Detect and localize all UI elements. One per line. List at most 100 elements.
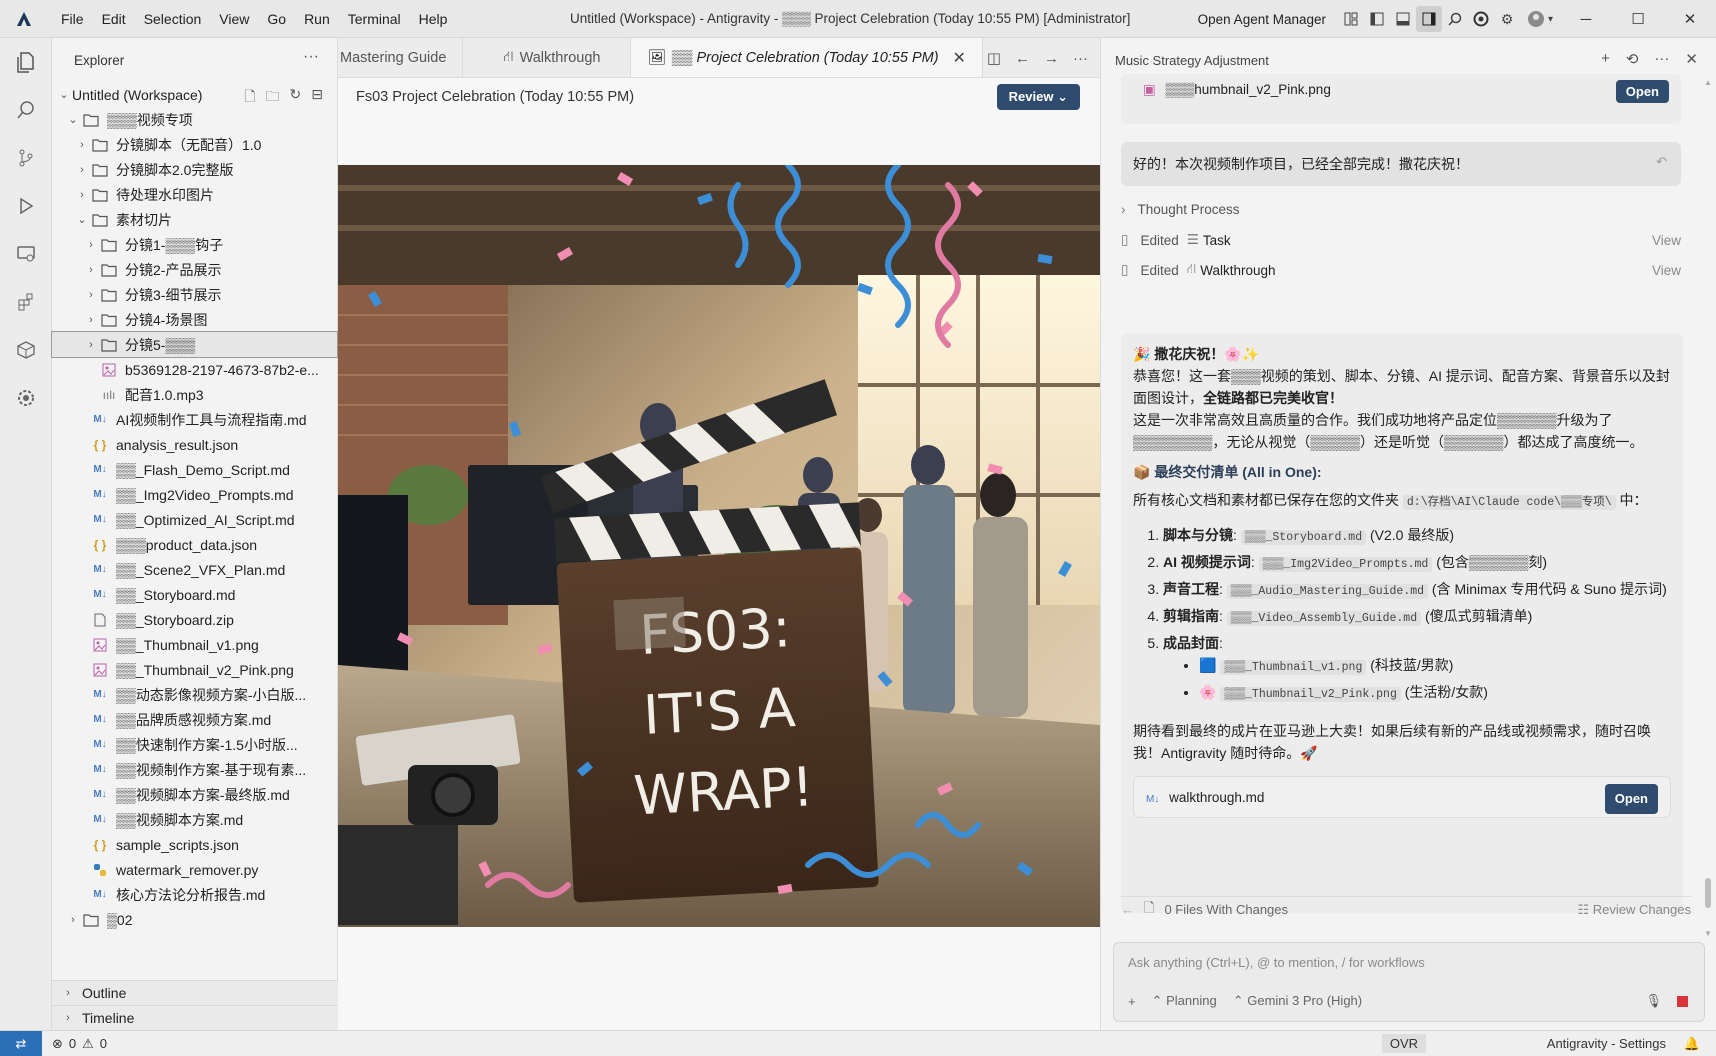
folder-item[interactable]: › 分镜脚本2.0完整版 [52,157,337,182]
run-debug-icon[interactable] [0,182,52,230]
tab-project-celebration[interactable]: 🖼 ▒▒ Project Celebration (Today 10:55 PM… [631,38,983,77]
workspace-root[interactable]: ⌄ Untitled (Workspace) 🗋 🗀 ↻ ⊟ [52,82,337,107]
folder-item[interactable]: ⌄ 素材切片 [52,207,337,232]
file-item[interactable]: M↓ ▒▒视频制作方案-基于现有素... [52,757,337,782]
agent-gear-icon[interactable] [0,374,52,422]
file-item[interactable]: { } ▒▒▒product_data.json [52,532,337,557]
file-item[interactable]: M↓ 核心方法论分析报告.md [52,882,337,907]
tab-mastering-guide[interactable]: Mastering Guide [338,38,464,77]
chat-scrollbar[interactable]: ▲ ▼ [1704,78,1712,938]
bell-icon[interactable]: 🔔 [1684,1036,1700,1052]
remote-explorer-icon[interactable] [0,230,52,278]
file-item[interactable]: M↓ ▒▒_Flash_Demo_Script.md [52,457,337,482]
search-icon[interactable] [1442,6,1468,32]
file-item[interactable]: ▒▒_Thumbnail_v1.png [52,632,337,657]
minimize-button[interactable]: ─ [1560,0,1612,38]
folder-item[interactable]: › 分镜2-产品展示 [52,257,337,282]
account-avatar-icon[interactable]: ▾ [1520,6,1560,32]
tab-walkthrough[interactable]: ⛙ Walkthrough [463,38,632,77]
folder-item[interactable]: › 待处理水印图片 [52,182,337,207]
file-item[interactable]: M↓ ▒▒_Img2Video_Prompts.md [52,482,337,507]
file-item[interactable]: M↓ ▒▒视频脚本方案-最终版.md [52,782,337,807]
history-icon[interactable]: ⟲ [1626,50,1639,68]
menu-file[interactable]: File [52,0,93,38]
review-button[interactable]: Review ⌄ [996,84,1080,110]
cover-file[interactable]: ▒▒▒_Thumbnail_v1.png [1220,660,1367,675]
menu-terminal[interactable]: Terminal [339,0,410,38]
file-item[interactable]: M↓ ▒▒_Optimized_AI_Script.md [52,507,337,532]
add-context-icon[interactable]: + [1128,994,1136,1009]
collapse-all-icon[interactable]: ⊟ [311,86,323,107]
toggle-panel-icon[interactable] [1390,6,1416,32]
menu-run[interactable]: Run [295,0,339,38]
settings-gear-icon[interactable]: ⚙ [1494,6,1520,32]
toggle-secondary-sidebar-icon[interactable] [1416,6,1442,32]
new-chat-icon[interactable]: + [1601,50,1610,68]
open-agent-manager-button[interactable]: Open Agent Manager [1198,12,1326,27]
thought-process-toggle[interactable]: › Thought Process [1121,202,1701,217]
file-item[interactable]: M↓ ▒▒_Storyboard.md [52,582,337,607]
file-item[interactable]: watermark_remover.py [52,857,337,882]
split-editor-icon[interactable]: ◫ [987,49,1001,67]
menu-go[interactable]: Go [258,0,295,38]
more-actions-icon[interactable]: ··· [1654,50,1669,68]
menu-help[interactable]: Help [410,0,457,38]
file-item[interactable]: M↓ ▒▒_Scene2_VFX_Plan.md [52,557,337,582]
layout-customize-icon[interactable] [1338,6,1364,32]
packages-icon[interactable] [0,326,52,374]
folder-item[interactable]: ⌄ ▒▒▒视频专项 [52,107,337,132]
outline-section[interactable]: › Outline [52,980,338,1005]
file-item[interactable]: ıılı 配音1.0.mp3 [52,382,337,407]
close-window-button[interactable]: ✕ [1664,0,1716,38]
ovr-indicator[interactable]: OVR [1381,1034,1426,1053]
cover-file[interactable]: ▒▒▒_Thumbnail_v2_Pink.png [1220,687,1401,702]
extensions-icon[interactable] [0,278,52,326]
file-item[interactable]: ▒▒_Thumbnail_v2_Pink.png [52,657,337,682]
folder-item[interactable]: › 分镜脚本（无配音）1.0 [52,132,337,157]
item-file[interactable]: ▒▒▒_Video_Assembly_Guide.md [1226,611,1422,626]
view-task-link[interactable]: View [1652,233,1681,248]
file-item[interactable]: b5369128-2197-4673-87b2-e... [52,357,337,382]
chat-input[interactable]: Ask anything (Ctrl+L), @ to mention, / f… [1128,955,1425,970]
explorer-files-icon[interactable] [0,38,52,86]
close-icon[interactable]: ✕ [1685,50,1698,68]
folder-item[interactable]: › 分镜1-▒▒▒钩子 [52,232,337,257]
problems-indicator[interactable]: ⊗ 0 ⚠ 0 [52,1036,107,1052]
open-walkthrough-button[interactable]: Open [1604,784,1658,814]
stop-button[interactable] [1672,991,1692,1011]
folder-item[interactable]: › ▒02 [52,907,337,932]
timeline-section[interactable]: › Timeline [52,1005,338,1030]
file-item[interactable]: { } sample_scripts.json [52,832,337,857]
file-item[interactable]: M↓ ▒▒动态影像视频方案-小白版... [52,682,337,707]
new-file-icon[interactable]: 🗋 [244,86,255,107]
new-folder-icon[interactable]: 🗀 [266,86,280,107]
arrow-left-icon[interactable]: ← [1015,50,1030,67]
menu-edit[interactable]: Edit [93,0,135,38]
remote-indicator-icon[interactable]: ⇄ [0,1030,42,1056]
settings-indicator[interactable]: Antigravity - Settings [1547,1036,1666,1051]
folder-item[interactable]: › 分镜5-▒▒▒ [51,331,338,358]
item-file[interactable]: ▒▒▒_Img2Video_Prompts.md [1258,557,1433,572]
microphone-icon[interactable]: 🎙 [1645,993,1662,1009]
file-item[interactable]: { } analysis_result.json [52,432,337,457]
item-file[interactable]: ▒▒▒_Audio_Mastering_Guide.md [1226,584,1429,599]
arrow-right-icon[interactable]: → [1044,50,1059,67]
search-sidebar-icon[interactable] [0,86,52,134]
menu-selection[interactable]: Selection [135,0,211,38]
review-changes-button[interactable]: ☷ Review Changes [1577,902,1691,918]
model-selector[interactable]: ⌃ Gemini 3 Pro (High) [1233,993,1362,1009]
folder-item[interactable]: › 分镜4-场景图 [52,307,337,332]
undo-icon[interactable]: ↶ [1656,154,1667,170]
toggle-sidebar-icon[interactable] [1364,6,1390,32]
open-file-button[interactable]: Open [1615,80,1669,103]
more-actions-icon[interactable]: ··· [303,48,319,66]
folder-item[interactable]: › 分镜3-细节展示 [52,282,337,307]
mode-selector[interactable]: ⌃ Planning [1152,993,1217,1009]
file-item[interactable]: M↓ AI视频制作工具与流程指南.md [52,407,337,432]
menu-view[interactable]: View [210,0,258,38]
scrollbar-thumb[interactable] [1705,878,1711,908]
more-actions-icon[interactable]: ··· [1073,50,1088,67]
browser-icon[interactable] [1468,6,1494,32]
source-control-icon[interactable] [0,134,52,182]
file-item[interactable]: M↓ ▒▒快速制作方案-1.5小时版... [52,732,337,757]
